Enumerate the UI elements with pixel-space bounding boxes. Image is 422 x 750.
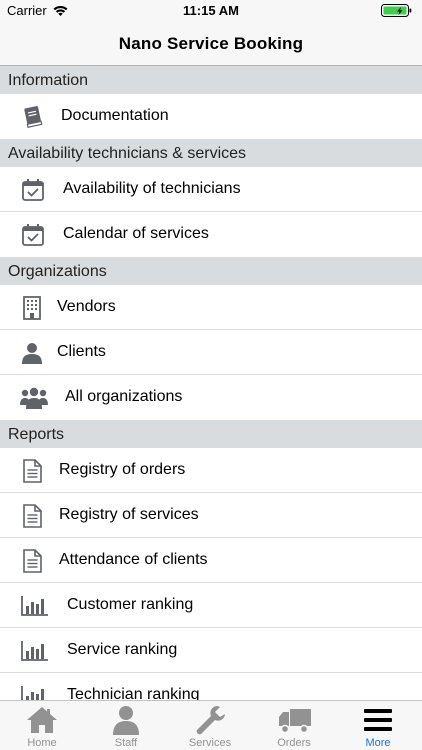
menu-icon <box>362 705 394 735</box>
calendar-check-icon <box>20 222 46 248</box>
list-item-label: Customer ranking <box>67 596 194 613</box>
tab-home[interactable]: Home <box>0 701 84 750</box>
list-item-documentation[interactable]: Documentation <box>0 94 422 139</box>
document-icon <box>20 503 46 529</box>
app-screen: Carrier 11:15 AM Nano Service Booking In… <box>0 0 422 750</box>
tab-label: Orders <box>277 737 311 749</box>
navigation-bar: Nano Service Booking <box>0 22 422 66</box>
section-header-organizations: Organizations <box>0 257 422 285</box>
list-item-customer-ranking[interactable]: Customer ranking <box>0 583 422 628</box>
battery-icon <box>381 4 415 23</box>
list-item-service-ranking[interactable]: Service ranking <box>0 628 422 673</box>
list-item-label: Registry of orders <box>59 461 186 478</box>
bar-chart-icon <box>20 683 46 700</box>
tab-label: Staff <box>114 737 138 749</box>
list-item-label: Technician ranking <box>67 686 200 700</box>
list-item-label: Documentation <box>61 107 169 124</box>
tab-orders[interactable]: Orders <box>252 701 336 750</box>
list-item-label: Service ranking <box>67 641 178 658</box>
list-item-label: Registry of services <box>59 506 199 523</box>
person-icon <box>110 705 142 735</box>
list-item-calendar-of-services[interactable]: Calendar of services <box>0 212 422 257</box>
section-header-reports: Reports <box>0 420 422 448</box>
page-title: Nano Service Booking <box>118 34 304 53</box>
list-item-registry-of-orders[interactable]: Registry of orders <box>0 448 422 493</box>
tab-label: Home <box>27 737 57 749</box>
tab-more[interactable]: More <box>336 701 420 750</box>
tab-bar: Home Staff Services Orders More <box>0 700 422 750</box>
list-item-label: Vendors <box>57 298 116 315</box>
list-item-attendance-of-clients[interactable]: Attendance of clients <box>0 538 422 583</box>
section-header-information: Information <box>0 66 422 94</box>
user-icon <box>20 340 46 366</box>
tab-staff[interactable]: Staff <box>84 701 168 750</box>
book-icon <box>20 104 46 130</box>
building-icon <box>20 295 46 321</box>
menu-list[interactable]: Information Documentation Availability t… <box>0 66 422 700</box>
tab-label: More <box>365 737 391 749</box>
list-item-clients[interactable]: Clients <box>0 330 422 375</box>
list-item-label: Attendance of clients <box>59 551 208 568</box>
bar-chart-icon <box>20 593 48 619</box>
users-icon <box>20 385 48 411</box>
home-icon <box>26 705 58 735</box>
tab-label: Services <box>188 737 232 749</box>
truck-icon <box>278 705 311 735</box>
section-header-availability: Availability technicians & services <box>0 139 422 167</box>
bar-chart-icon <box>20 638 48 664</box>
list-item-vendors[interactable]: Vendors <box>0 285 422 330</box>
document-icon <box>20 548 46 574</box>
list-item-registry-of-services[interactable]: Registry of services <box>0 493 422 538</box>
status-bar: Carrier 11:15 AM <box>0 0 422 22</box>
wrench-icon <box>194 705 226 735</box>
list-item-availability-of-technicians[interactable]: Availability of technicians <box>0 167 422 212</box>
list-item-label: Calendar of services <box>63 225 209 242</box>
list-item-label: Clients <box>57 343 106 360</box>
calendar-check-icon <box>20 177 46 203</box>
list-item-label: Availability of technicians <box>63 180 241 197</box>
list-item-all-organizations[interactable]: All organizations <box>0 375 422 420</box>
clock-time: 11:15 AM <box>183 3 239 18</box>
list-item-technician-ranking[interactable]: Technician ranking <box>0 673 422 700</box>
document-icon <box>20 458 46 484</box>
tab-services[interactable]: Services <box>168 701 252 750</box>
list-item-label: All organizations <box>65 388 183 405</box>
